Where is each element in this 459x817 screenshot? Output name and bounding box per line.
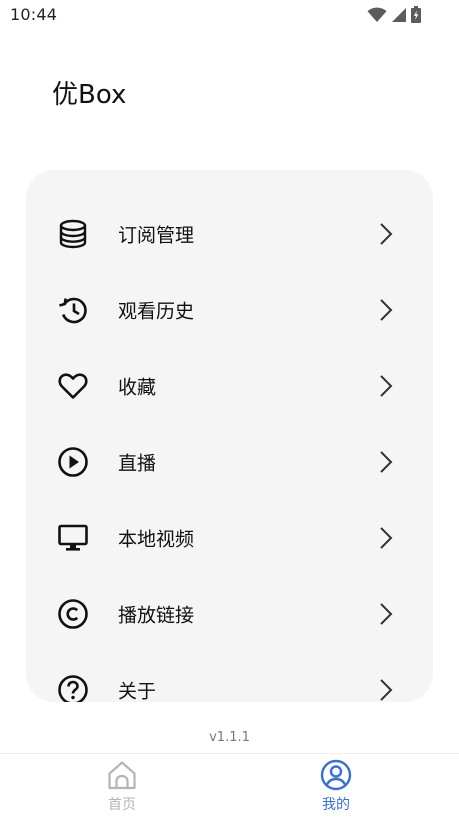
bottom-nav: 首页 我的	[0, 753, 459, 816]
chevron-right-icon	[380, 299, 393, 321]
menu-item-favorites[interactable]: 收藏	[26, 348, 433, 424]
chevron-right-icon	[380, 375, 393, 397]
tab-mine-label: 我的	[322, 797, 350, 813]
menu-item-label: 关于	[118, 680, 157, 703]
menu-item-play-link[interactable]: 播放链接	[26, 576, 433, 652]
tab-home[interactable]: 首页	[62, 754, 182, 817]
menu-item-label: 观看历史	[118, 300, 195, 323]
status-bar: 10:44	[0, 0, 459, 32]
signal-icon	[392, 7, 406, 22]
menu-item-local-video[interactable]: 本地视频	[26, 500, 433, 576]
chevron-right-icon	[380, 451, 393, 473]
chevron-right-icon	[380, 527, 393, 549]
heart-icon	[58, 373, 88, 399]
status-icons	[367, 6, 421, 23]
user-circle-icon	[320, 759, 352, 791]
tab-home-label: 首页	[108, 797, 136, 813]
wifi-icon	[367, 7, 387, 22]
menu-item-label: 订阅管理	[118, 224, 195, 247]
status-time: 10:44	[10, 5, 58, 24]
chevron-right-icon	[380, 603, 393, 625]
version-label: v1.1.1	[209, 730, 250, 745]
monitor-icon	[58, 524, 88, 551]
database-icon	[59, 219, 87, 249]
history-icon	[59, 297, 87, 324]
chevron-right-icon	[380, 223, 393, 245]
chevron-right-icon	[380, 679, 393, 701]
help-circle-icon	[58, 675, 88, 702]
tab-mine[interactable]: 我的	[276, 754, 396, 817]
menu-item-label: 收藏	[118, 376, 157, 399]
app-title: 优Box	[52, 80, 127, 110]
menu-item-label: 直播	[118, 452, 157, 475]
battery-icon	[411, 6, 421, 23]
menu-item-label: 播放链接	[118, 604, 195, 627]
menu-card: 订阅管理 观看历史 收藏 直播 本地视频 播放链接 关于	[26, 170, 433, 702]
copyright-icon	[58, 599, 88, 629]
menu-item-about[interactable]: 关于	[26, 652, 433, 702]
menu-item-history[interactable]: 观看历史	[26, 272, 433, 348]
home-icon	[108, 761, 136, 790]
menu-item-subscriptions[interactable]: 订阅管理	[26, 196, 433, 272]
menu-item-label: 本地视频	[118, 528, 195, 551]
play-circle-icon	[58, 447, 88, 477]
menu-item-live[interactable]: 直播	[26, 424, 433, 500]
